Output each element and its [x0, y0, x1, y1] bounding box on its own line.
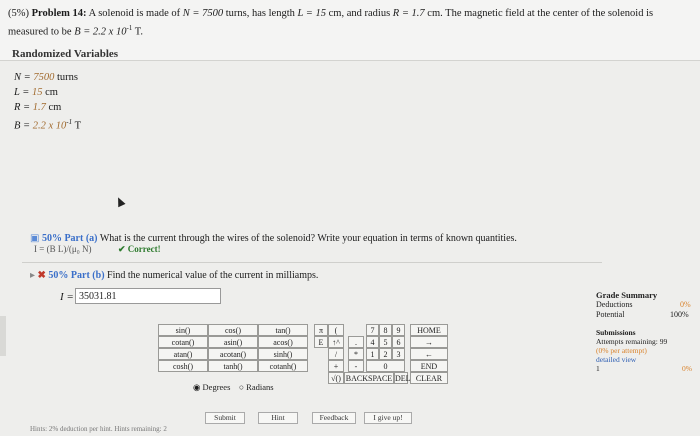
key-2[interactable]: 2 — [379, 348, 392, 360]
degrees-radio[interactable]: ◉ Degrees — [193, 382, 230, 392]
incorrect-icon: ✖ — [37, 270, 46, 281]
key-tan[interactable]: tan() — [258, 324, 308, 336]
left-margin-bar — [0, 316, 6, 356]
var-R: R = 1.7 cm — [14, 102, 62, 113]
key-right-arrow[interactable]: → — [410, 336, 448, 348]
key-acos[interactable]: acos() — [258, 336, 308, 348]
give-up-button[interactable]: I give up! — [364, 412, 412, 424]
mouse-cursor-icon — [114, 195, 126, 208]
problem-statement: (5%) Problem 14: A solenoid is made of N… — [8, 8, 654, 38]
key-sinh[interactable]: sinh() — [258, 348, 308, 360]
key-9[interactable]: 9 — [392, 324, 405, 336]
key-divide[interactable]: / — [328, 348, 344, 360]
key-4[interactable]: 4 — [366, 336, 379, 348]
key-tanh[interactable]: tanh() — [208, 360, 258, 372]
key-atan[interactable]: atan() — [158, 348, 208, 360]
key-cos[interactable]: cos() — [208, 324, 258, 336]
answer-label: I = — [60, 291, 74, 303]
grade-summary: Grade Summary Deductions 0% Potential 100% — [596, 290, 691, 319]
key-sqrt[interactable]: √() — [328, 372, 344, 384]
hint-button[interactable]: Hint — [258, 412, 298, 424]
key-multiply[interactable]: * — [348, 348, 364, 360]
part-b-question: ▸ ✖ 50% Part (b) Find the numerical valu… — [30, 270, 319, 281]
key-home[interactable]: HOME — [410, 324, 448, 336]
hints-info: Hints: 2% deduction per hint. Hints rema… — [30, 425, 167, 433]
key-8[interactable]: 8 — [379, 324, 392, 336]
collapse-icon[interactable]: ▣ — [30, 233, 39, 244]
detailed-view-link[interactable]: detailed view — [596, 355, 696, 364]
calculator-keypad: sin() cos() tan() cotan() asin() acos() … — [158, 324, 448, 386]
var-B: B = 2.2 x 10-1 T — [14, 118, 81, 132]
key-5[interactable]: 5 — [379, 336, 392, 348]
key-clear[interactable]: CLEAR — [410, 372, 448, 384]
key-6[interactable]: 6 — [392, 336, 405, 348]
key-dot[interactable]: . — [348, 336, 364, 348]
submissions-summary: Submissions Attempts remaining: 99 (0% p… — [596, 328, 696, 373]
part-a-answer: I = (B L)/(μ₀ N) — [34, 244, 92, 254]
radians-radio[interactable]: ○ Radians — [239, 382, 274, 392]
key-open-paren[interactable]: ( — [328, 324, 344, 336]
submit-button[interactable]: Submit — [205, 412, 245, 424]
key-0[interactable]: 0 — [366, 360, 405, 372]
key-e[interactable]: E — [314, 336, 328, 348]
key-backspace[interactable]: BACKSPACE — [344, 372, 394, 384]
key-asin[interactable]: asin() — [208, 336, 258, 348]
key-7[interactable]: 7 — [366, 324, 379, 336]
key-sin[interactable]: sin() — [158, 324, 208, 336]
key-power[interactable]: ↑^ — [328, 336, 344, 348]
randomized-variables-title: Randomized Variables — [12, 48, 119, 60]
key-cotanh[interactable]: cotanh() — [258, 360, 308, 372]
key-plus[interactable]: + — [328, 360, 344, 372]
expand-icon[interactable]: ▸ — [30, 270, 35, 281]
var-N: N = 7500 turns — [14, 72, 78, 83]
key-minus[interactable]: - — [348, 360, 364, 372]
key-pi[interactable]: π — [314, 324, 328, 336]
var-L: L = 15 cm — [14, 87, 58, 98]
key-1[interactable]: 1 — [366, 348, 379, 360]
key-cosh[interactable]: cosh() — [158, 360, 208, 372]
key-cotan[interactable]: cotan() — [158, 336, 208, 348]
key-end[interactable]: END — [410, 360, 448, 372]
correct-badge: ✔ Correct! — [118, 244, 161, 254]
randomized-variables-list: N = 7500 turns L = 15 cm R = 1.7 cm B = … — [14, 70, 81, 134]
key-del[interactable]: DEL — [394, 372, 411, 384]
answer-input[interactable] — [75, 288, 221, 304]
angle-mode: ◉ Degrees ○ Radians — [193, 382, 274, 393]
key-acotan[interactable]: acotan() — [208, 348, 258, 360]
key-3[interactable]: 3 — [392, 348, 405, 360]
key-left-arrow[interactable]: ← — [410, 348, 448, 360]
feedback-button[interactable]: Feedback — [312, 412, 356, 424]
